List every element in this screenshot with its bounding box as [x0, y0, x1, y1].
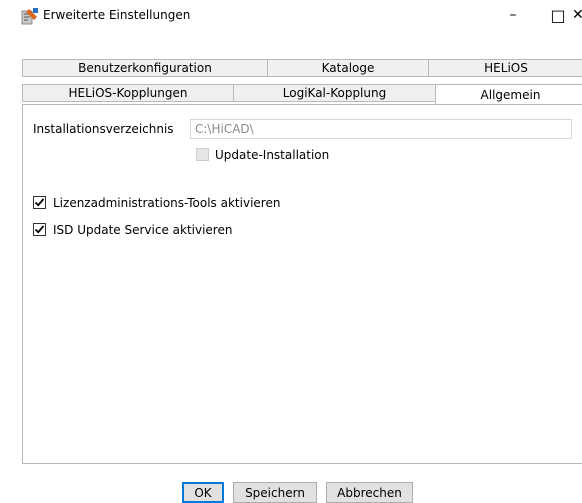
tab-label: LogiKal-Kopplung: [282, 86, 387, 100]
license-tools-label: Lizenzadministrations-Tools aktivieren: [53, 196, 281, 210]
close-icon: ✕: [572, 7, 582, 23]
tab-benutzerkonfiguration[interactable]: Benutzerkonfiguration: [22, 59, 268, 77]
tab-row-1: Benutzerkonfiguration Kataloge HELiOS: [22, 59, 582, 77]
tab-kataloge[interactable]: Kataloge: [267, 59, 429, 77]
cancel-button[interactable]: Abbrechen: [326, 482, 413, 503]
tab-label: Benutzerkonfiguration: [78, 61, 212, 75]
save-button[interactable]: Speichern: [233, 482, 317, 503]
settings-dialog: Erweiterte Einstellungen – □ ✕ Benutzerk…: [0, 0, 582, 503]
isd-update-label: ISD Update Service aktivieren: [53, 223, 233, 237]
install-dir-input[interactable]: [190, 119, 572, 139]
app-icon: [21, 7, 39, 25]
tab-allgemein[interactable]: Allgemein: [435, 84, 582, 104]
ok-button[interactable]: OK: [182, 482, 224, 503]
tab-label: Kataloge: [321, 61, 375, 75]
license-tools-checkbox[interactable]: [33, 196, 46, 209]
checkmark-icon: [34, 198, 45, 207]
close-button[interactable]: ✕: [570, 0, 582, 30]
window-title: Erweiterte Einstellungen: [43, 8, 191, 22]
update-install-checkbox[interactable]: [196, 148, 209, 161]
maximize-icon: □: [550, 5, 566, 25]
tab-label: HELiOS: [484, 61, 528, 75]
tab-label: HELiOS-Kopplungen: [68, 86, 188, 100]
update-install-label: Update-Installation: [215, 148, 330, 162]
tab-helios-kopplungen[interactable]: HELiOS-Kopplungen: [22, 84, 234, 102]
minimize-icon: –: [509, 7, 517, 23]
checkmark-icon: [34, 225, 45, 234]
title-bar: Erweiterte Einstellungen – □ ✕: [0, 0, 582, 30]
tab-helios[interactable]: HELiOS: [428, 59, 582, 77]
tab-logikal-kopplung[interactable]: LogiKal-Kopplung: [233, 84, 436, 102]
tab-row-2: HELiOS-Kopplungen LogiKal-Kopplung Allge…: [22, 84, 582, 104]
tab-label: Allgemein: [480, 87, 541, 102]
minimize-button[interactable]: –: [490, 0, 536, 30]
install-dir-label: Installationsverzeichnis: [33, 122, 174, 136]
isd-update-checkbox[interactable]: [33, 223, 46, 236]
